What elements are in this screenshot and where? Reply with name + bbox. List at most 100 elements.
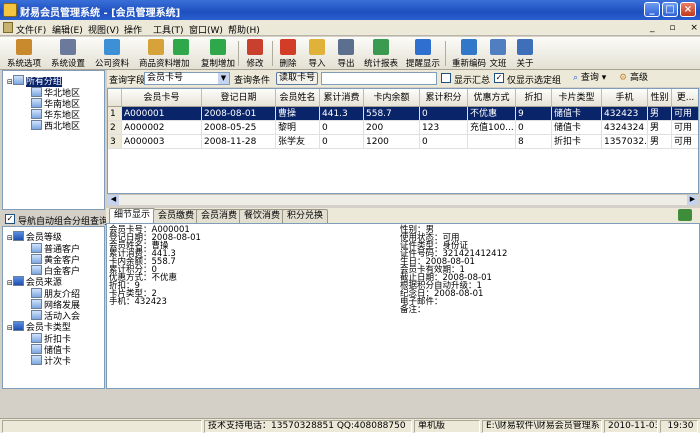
query-field-select[interactable]: 会员卡号 ▼ (144, 72, 230, 85)
col-header-reg-date[interactable]: 登记日期 (202, 89, 276, 107)
col-header-card-no[interactable]: 会员卡号 (122, 89, 202, 107)
import-icon (309, 39, 325, 55)
company-info-button[interactable]: 公司资料 (90, 37, 134, 70)
app-icon (3, 3, 17, 17)
menu-operation[interactable]: 操作 (124, 23, 142, 36)
col-header-points[interactable]: 累计积分 (420, 89, 468, 107)
tab-points-exchange[interactable]: 积分兑换 (282, 209, 329, 223)
export-button[interactable]: 导出 (332, 37, 360, 70)
detail-field: 手机：432423 (109, 297, 167, 307)
close-button[interactable]: × (680, 2, 696, 17)
menu-tools[interactable]: 工具(T) (153, 23, 184, 36)
auto-group-checkbox[interactable]: ✓ (5, 214, 15, 224)
query-button[interactable]: ⌕ 查询 ▾ (573, 71, 617, 86)
member-icon (31, 310, 42, 320)
status-time: 19:30 (660, 420, 698, 433)
copy-add-button[interactable]: 复制增加 (196, 37, 240, 70)
mdi-window-controls[interactable]: _ ▫ × (650, 23, 700, 33)
menu-edit[interactable]: 编辑(E) (52, 23, 83, 36)
menu-view[interactable]: 视图(V) (88, 23, 119, 36)
show-summary-checkbox[interactable] (441, 73, 451, 83)
group-icon (12, 231, 24, 241)
recode-icon (461, 39, 477, 55)
wrench-icon (16, 39, 32, 55)
scroll-right-arrow[interactable]: ▶ (687, 195, 698, 205)
col-header-name[interactable]: 会员姓名 (276, 89, 320, 107)
report-icon (373, 39, 389, 55)
status-bar: 技术支持电话：13570328851 QQ:408088750 单机版 E:\财… (0, 418, 700, 433)
export-icon (338, 39, 354, 55)
help-icon (517, 39, 533, 55)
add-button[interactable]: 增加 (166, 37, 196, 70)
row-indicator-header (108, 89, 122, 107)
edit-icon (247, 39, 263, 55)
horizontal-scrollbar[interactable]: ◀ ▶ (108, 194, 698, 205)
modify-button[interactable]: 修改 (240, 37, 270, 70)
tab-detail[interactable]: 细节显示 (109, 208, 156, 223)
advanced-button[interactable]: ⚙ 高级 (619, 71, 659, 86)
settings-icon[interactable] (678, 209, 692, 221)
maximize-button[interactable]: □ (662, 2, 678, 17)
category-tree: ⊟ 会员等级 普通客户 黄金客户 白金客户 ⊟ 会员来源 朋友介绍 网络发展 活动入… (2, 226, 105, 389)
query-condition-input[interactable] (321, 72, 437, 85)
col-header-total-spend[interactable]: 累计消费 (320, 89, 364, 107)
edition-info: 单机版 (414, 420, 480, 433)
delete-button[interactable]: 删除 (274, 37, 302, 70)
title-bar[interactable]: 财易会员管理系统 - [会员管理系统] _ □ × (0, 0, 700, 20)
menu-window[interactable]: 窗口(W) (189, 23, 223, 36)
user-icon (490, 39, 506, 55)
detail-panel: 会员卡号：A000001 登记日期：2008-08-01 会员姓名：曹操 累计消… (106, 223, 700, 389)
scroll-left-arrow[interactable]: ◀ (108, 195, 119, 205)
auto-group-query[interactable]: ✓ 导航自动组合分组查询 (2, 212, 108, 227)
copy-add-icon (210, 39, 226, 55)
col-header-balance[interactable]: 卡内余额 (364, 89, 420, 107)
col-header-gender[interactable]: 性别 (648, 89, 672, 107)
search-icon: ⌕ (573, 73, 579, 83)
user-button[interactable]: 文班 (484, 37, 512, 70)
query-condition-label: 查询条件 (234, 76, 271, 86)
search-bar: 查询字段 会员卡号 ▼ 查询条件 读取卡号 显示汇总 ✓ 仅显示选定组 ⌕ 查询 … (107, 70, 700, 87)
card-icon (31, 355, 42, 365)
toolbar-separator (445, 41, 446, 66)
menu-file[interactable]: 文件(F) (16, 23, 46, 36)
folder-icon (31, 120, 42, 130)
card-icon (31, 333, 42, 343)
col-header-mobile[interactable]: 手机 (602, 89, 648, 107)
tree-item[interactable]: 计次卡 (31, 354, 71, 367)
advanced-search-icon: ⚙ (619, 73, 628, 83)
read-card-button[interactable]: 读取卡号 (276, 72, 318, 85)
company-icon (104, 39, 120, 55)
system-options-button[interactable]: 系统选项 (2, 37, 46, 70)
detail-field: 备注： (400, 305, 426, 315)
toolbar-separator (272, 41, 273, 66)
folder-icon (31, 87, 42, 97)
report-button[interactable]: 统计报表 (359, 37, 403, 70)
folder-icon (12, 75, 24, 85)
tools-icon (60, 39, 76, 55)
col-header-discount[interactable]: 折扣 (516, 89, 552, 107)
about-button[interactable]: 关于 (511, 37, 539, 70)
toolbar-separator (238, 41, 239, 66)
minimize-button[interactable]: _ (644, 2, 660, 17)
folder-icon (31, 109, 42, 119)
tab-payment[interactable]: 会员缴费 (153, 209, 200, 223)
col-header-card-type[interactable]: 卡片类型 (552, 89, 602, 107)
show-selected-group-checkbox[interactable]: ✓ (494, 73, 504, 83)
member-icon (31, 254, 42, 264)
import-button[interactable]: 导入 (303, 37, 331, 70)
member-icon (31, 299, 42, 309)
tab-consumption[interactable]: 会员消费 (196, 209, 243, 223)
status-panel (2, 420, 202, 433)
reminder-button[interactable]: 提醒显示 (401, 37, 445, 70)
system-settings-button[interactable]: 系统设置 (46, 37, 90, 70)
folder-icon (31, 98, 42, 108)
toolbar: 系统选项 系统设置 公司资料 商品资料 增加 复制增加 修改 删除 导入 导出 … (0, 37, 700, 70)
member-icon (31, 243, 42, 253)
tab-dining[interactable]: 餐饮消费 (239, 209, 286, 223)
doc-icon[interactable] (3, 22, 13, 33)
col-header-discount-mode[interactable]: 优惠方式 (468, 89, 516, 107)
menu-help[interactable]: 帮助(H) (228, 23, 260, 36)
window-title: 财易会员管理系统 - [会员管理系统] (20, 8, 181, 19)
tree-item-region[interactable]: 西北地区 (31, 119, 80, 132)
col-header-more[interactable]: 更... (672, 89, 698, 107)
